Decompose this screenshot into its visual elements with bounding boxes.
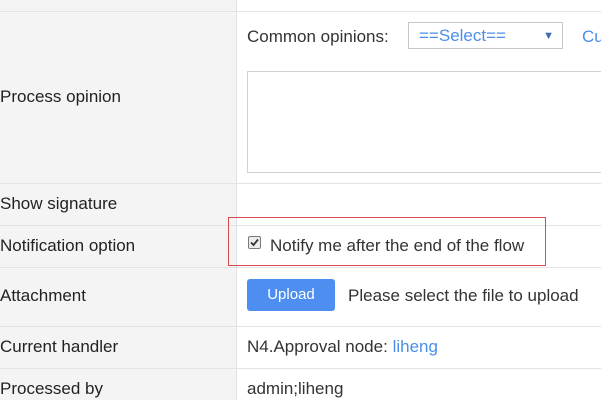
common-opinions-label: Common opinions: <box>247 27 389 46</box>
common-opinions-select[interactable]: ==Select== ▼ <box>408 22 563 49</box>
checkmark-icon <box>250 238 259 247</box>
process-opinion-label: Process opinion <box>0 87 121 106</box>
notification-option-label: Notification option <box>0 236 136 255</box>
caret-down-icon: ▼ <box>543 30 554 42</box>
notify-checkbox-label[interactable]: Notify me after the end of the flow <box>270 236 524 256</box>
upload-button[interactable]: Upload <box>247 279 335 311</box>
custom-opinion-link[interactable]: Cu <box>582 27 601 47</box>
row-divider <box>0 183 601 184</box>
current-handler-label: Current handler <box>0 337 119 356</box>
workflow-form: Process opinion Common opinions: ==Selec… <box>0 0 601 400</box>
select-value: ==Select== <box>419 26 506 45</box>
notify-checkbox[interactable] <box>248 236 261 249</box>
approval-node-text: N4.Approval node: <box>247 337 388 356</box>
upload-hint: Please select the file to upload <box>348 286 579 305</box>
row-divider <box>0 326 601 327</box>
processed-by-label: Processed by <box>0 379 103 398</box>
current-handler-value: N4.Approval node: liheng <box>247 337 438 357</box>
row-divider <box>0 11 601 12</box>
processed-by-value: admin;liheng <box>247 379 344 398</box>
attachment-label: Attachment <box>0 286 86 305</box>
row-divider <box>0 267 601 268</box>
handler-link[interactable]: liheng <box>393 337 438 356</box>
process-opinion-textarea[interactable] <box>247 71 601 173</box>
show-signature-label: Show signature <box>0 194 118 213</box>
row-divider <box>0 368 601 369</box>
